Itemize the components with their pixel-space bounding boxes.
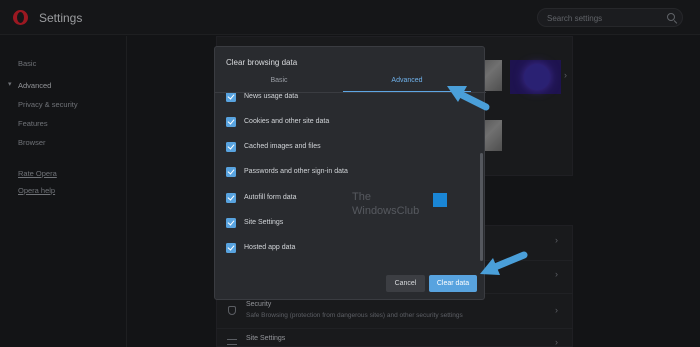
arrow-to-clear-data-icon <box>480 251 528 275</box>
annotation-arrows <box>447 86 528 275</box>
arrow-to-advanced-tab-icon <box>447 86 490 111</box>
